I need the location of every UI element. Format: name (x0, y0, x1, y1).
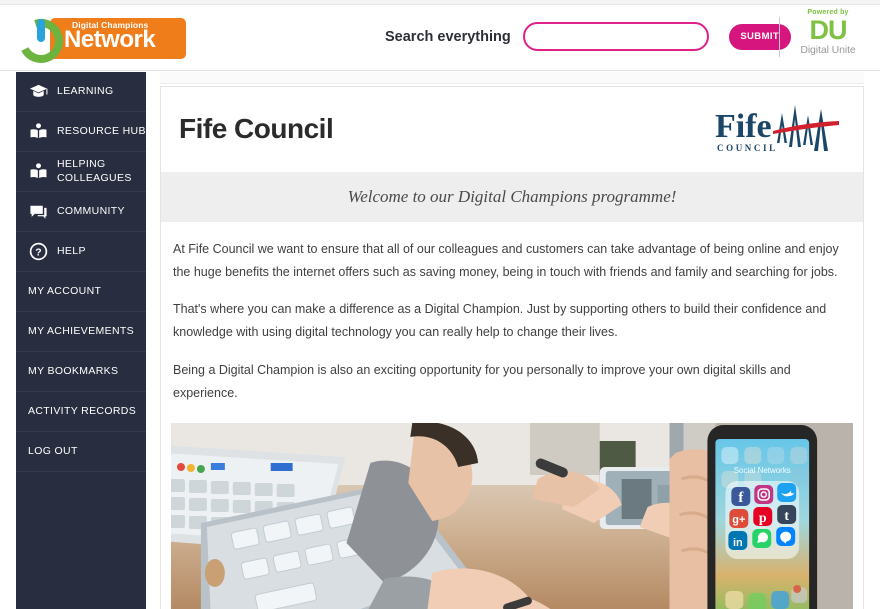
svg-text:in: in (733, 537, 743, 549)
sidebar-item-label: HELP (57, 244, 86, 257)
card-header: Fife Council Fife COUNCIL (161, 87, 863, 172)
sidebar-item-my-bookmarks[interactable]: MY BOOKMARKS (16, 352, 146, 392)
sidebar-item-label: ACTIVITY RECORDS (28, 404, 137, 417)
du-name-label: Digital Unite (800, 44, 856, 56)
sidebar-item-community[interactable]: COMMUNITY (16, 192, 146, 232)
sidebar-item-label: MY ACHIEVEMENTS (28, 324, 134, 337)
fife-council-logo: Fife COUNCIL (711, 99, 849, 161)
sidebar-item-help[interactable]: ? HELP (16, 232, 146, 272)
sidebar-item-label: LEARNING (57, 84, 114, 97)
sidebar-item-log-out[interactable]: LOG OUT (16, 432, 146, 472)
search-input[interactable] (522, 22, 709, 51)
content-top-bar (160, 72, 864, 84)
sidebar-item-label: MY ACCOUNT (28, 284, 102, 297)
sidebar-item-activity-records[interactable]: ACTIVITY RECORDS (16, 392, 146, 432)
site-header: Digital Champions Network Search everyth… (0, 5, 880, 71)
open-book-icon (29, 122, 48, 141)
sidebar-item-label: HELPING COLLEAGUES (57, 158, 132, 184)
chat-bubble-icon (29, 202, 48, 221)
svg-text:p: p (759, 511, 767, 526)
paragraph: Being a Digital Champion is also an exci… (173, 362, 791, 400)
svg-text:?: ? (35, 248, 41, 259)
graduation-cap-icon (29, 82, 48, 101)
welcome-banner: Welcome to our Digital Champions program… (161, 172, 863, 222)
svg-text:t: t (784, 509, 789, 524)
power-button-icon (16, 14, 66, 64)
svg-text:Social Networks: Social Networks (734, 466, 791, 475)
page-title: Fife Council (179, 113, 334, 144)
page-body: LEARNING RESOURCE HUB HELPING COLLEAGUES… (0, 72, 880, 609)
digital-unite-logo[interactable]: Powered by DU Digital Unite (790, 9, 866, 65)
body-copy: At Fife Council we want to ensure that a… (161, 222, 863, 419)
sidebar-item-my-achievements[interactable]: MY ACHIEVEMENTS (16, 312, 146, 352)
sidebar-item-label: MY BOOKMARKS (28, 364, 119, 377)
main-content: Fife Council Fife COUNCIL Welcome to our… (160, 72, 864, 609)
header-divider (779, 17, 780, 57)
paragraph: That's where you can make a difference a… (173, 302, 827, 340)
sidebar-item-label: LOG OUT (28, 444, 78, 457)
organisation-card: Fife Council Fife COUNCIL Welcome to our… (160, 86, 864, 609)
sidebar-item-resource-hub[interactable]: RESOURCE HUB (16, 112, 146, 152)
open-book-icon (29, 162, 48, 181)
sidebar-item-helping-colleagues[interactable]: HELPING COLLEAGUES (16, 152, 146, 192)
paragraph: At Fife Council we want to ensure that a… (173, 242, 839, 280)
hero-photo: Social Networks f g+ p t in (171, 422, 853, 609)
sidebar-item-learning[interactable]: LEARNING (16, 72, 146, 112)
dcn-logo-word: Network (64, 26, 156, 53)
search-area: Search everything SUBMIT (385, 22, 791, 51)
sidebar-item-label: COMMUNITY (57, 204, 125, 217)
sidebar-item-my-account[interactable]: MY ACCOUNT (16, 272, 146, 312)
svg-text:g+: g+ (732, 514, 745, 526)
search-submit-button[interactable]: SUBMIT (728, 23, 791, 50)
main-sidebar: LEARNING RESOURCE HUB HELPING COLLEAGUES… (16, 72, 146, 609)
sidebar-item-label: RESOURCE HUB (57, 124, 146, 137)
dcn-logo[interactable]: Digital Champions Network (16, 12, 186, 64)
du-monogram: DU (809, 15, 848, 45)
svg-text:Fife: Fife (715, 108, 772, 145)
svg-text:COUNCIL: COUNCIL (717, 143, 778, 153)
search-label: Search everything (385, 28, 511, 45)
welcome-banner-text: Welcome to our Digital Champions program… (347, 187, 677, 206)
question-circle-icon: ? (29, 242, 48, 261)
